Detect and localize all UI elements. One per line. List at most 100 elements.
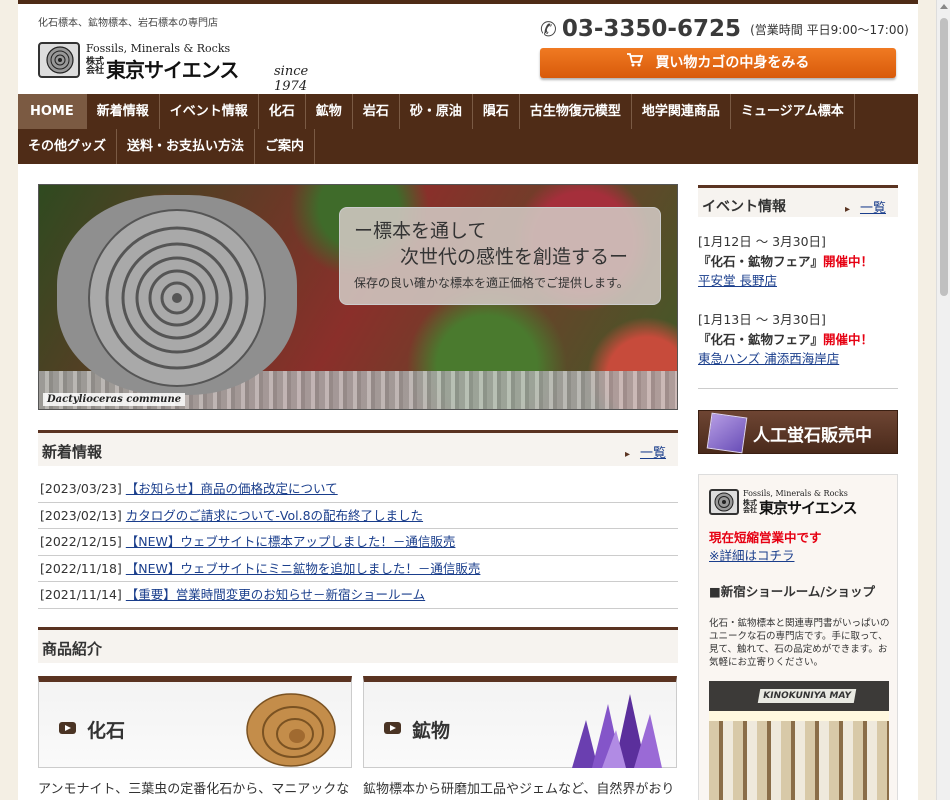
cart-icon [626,48,643,78]
nav-item-meteorites[interactable]: 隕石 [473,94,520,129]
nav-item-guide[interactable]: ご案内 [255,129,316,164]
hero-copy-line2: 次世代の感性を創造するー [400,246,629,268]
vertical-scrollbar[interactable] [936,0,950,800]
fluorite-banner[interactable]: 人工蛍石販売中 [698,410,898,454]
category-card-minerals[interactable]: 鉱物 [363,676,677,768]
hero-copy-line3: 保存の良い確かな標本を適正価格でご提供します。 [354,276,629,290]
event-date: [1月12日 〜 3月30日] [698,234,826,249]
ammonite-logo-icon [709,489,739,515]
news-date: [2023/02/13] [40,507,122,523]
nav-item-museum[interactable]: ミュージアム標本 [731,94,855,129]
showroom-description: 化石・鉱物標本と関連専門書がいっぱいのユニークな石の専門店です。手に取って、見て… [709,618,890,668]
news-link[interactable]: カタログのご請求について-Vol.8の配布終了しました [126,508,423,523]
products-section-header: 商品紹介 [38,627,678,663]
event-item: [1月13日 〜 3月30日] 『化石・鉱物フェア』開催中！ 東急ハンズ 浦添西… [698,310,898,369]
store-sign: KINOKUNIYA MAY [757,689,857,703]
view-cart-label: 買い物カゴの中身をみる [655,55,810,71]
category-name: 化石 [87,720,126,742]
news-more-link[interactable]: 一覧 [625,442,666,461]
showroom-box: Fossils, Minerals & Rocks 株式会社 東京サイエンス 現… [698,474,898,800]
business-hours: (営業時間 平日9:00〜17:00) [750,22,909,37]
products-title: 商品紹介 [42,640,103,658]
logo-company-name: 東京サイエンス [759,499,858,517]
hero-copy-line1: ー標本を通して [354,220,487,242]
category-desc: 鉱物標本から研磨加工品やジェムなど、自然界がおりなす様々な美しい鉱物の結晶群をお… [363,782,675,797]
nav-item-geo-goods[interactable]: 地学関連商品 [632,94,731,129]
nav-item-sand-oil[interactable]: 砂・原油 [400,94,473,129]
phone-contact: ✆ 03-3350-6725 (営業時間 平日9:00〜17:00) [540,16,909,46]
nav-row-1: HOME 新着情報 イベント情報 化石 鉱物 岩石 砂・原油 隕石 古生物復元模… [18,94,855,129]
phone-number: 03-3350-6725 [561,16,741,42]
news-title: 新着情報 [42,443,103,461]
news-item: [2023/02/13] カタログのご請求について-Vol.8の配布終了しました [38,503,678,529]
events-title: イベント情報 [702,199,786,215]
logo-kabushiki: 株式会社 [743,499,757,514]
main-navigation: HOME 新着情報 イベント情報 化石 鉱物 岩石 砂・原油 隕石 古生物復元模… [18,94,918,164]
nav-item-events[interactable]: イベント情報 [160,94,259,129]
hero-caption: ー標本を通して 次世代の感性を創造するー 保存の良い確かな標本を適正価格でご提供… [339,207,661,305]
arrow-right-icon [59,722,76,734]
nav-item-fossils[interactable]: 化石 [259,94,306,129]
store-light [709,711,889,721]
nav-item-shipping[interactable]: 送料・お支払い方法 [117,129,256,164]
category-card-fossils[interactable]: 化石 [38,676,352,768]
news-link[interactable]: 【NEW】ウェブサイトにミニ鉱物を追加しました！－通信販売 [126,561,481,576]
site-logo[interactable]: Fossils, Minerals & Rocks 株式会社 東京サイエンス s… [38,40,318,94]
category-name: 鉱物 [412,720,451,742]
event-status: 開催中！ [823,331,874,347]
nav-item-minerals[interactable]: 鉱物 [306,94,353,129]
ammonite-photo [57,195,297,395]
fluorite-banner-label: 人工蛍石販売中 [753,426,872,446]
page: 化石標本、鉱物標本、岩石標本の専門店 Fossils, Minerals & R… [18,0,918,800]
nav-row-2: その他グッズ 送料・お支払い方法 ご案内 [18,129,316,164]
scroll-up-icon[interactable] [940,4,948,9]
arrow-right-icon [384,722,401,734]
logo-company-name: 東京サイエンス [106,58,239,82]
events-more-link[interactable]: 一覧 [845,197,886,216]
news-link[interactable]: 【重要】営業時間変更のお知らせ－新宿ショールーム [126,587,425,602]
news-link[interactable]: 【NEW】ウェブサイトに標本アップしました！－通信販売 [126,534,456,549]
news-date: [2021/11/14] [40,587,122,602]
nav-item-other-goods[interactable]: その他グッズ [18,129,118,164]
nav-item-news[interactable]: 新着情報 [87,94,160,129]
category-desc: アンモナイト、三葉虫の定番化石から、マニアックなものまで数多く揃えております。 [38,782,350,797]
event-date: [1月13日 〜 3月30日] [698,312,826,327]
event-status: 開催中！ [823,253,874,269]
short-hours-notice: 現在短縮営業中です [709,530,822,545]
store-shelves [709,721,889,800]
view-cart-button[interactable]: 買い物カゴの中身をみる [540,48,896,78]
nav-item-home[interactable]: HOME [18,94,87,129]
event-title: 『化石・鉱物フェア』 [698,253,824,269]
event-location-link[interactable]: 平安堂 長野店 [698,271,898,291]
amethyst-image [562,690,662,768]
news-date: [2022/12/15] [40,534,122,549]
showroom-photo: KINOKUNIYA MAY [709,681,889,800]
event-title: 『化石・鉱物フェア』 [698,331,824,347]
phone-icon: ✆ [540,17,557,41]
event-item: [1月12日 〜 3月30日] 『化石・鉱物フェア』開催中！ 平安堂 長野店 [698,232,898,291]
news-date: [2022/11/18] [40,560,122,576]
fluorite-crystal-icon [706,412,748,454]
event-location-link[interactable]: 東急ハンズ 浦添西海岸店 [698,349,898,369]
news-item: [2021/11/14] 【重要】営業時間変更のお知らせ－新宿ショールーム [38,582,678,609]
news-list: [2023/03/23] 【お知らせ】商品の価格改定について [2023/02/… [38,476,678,609]
news-section-header: 新着情報 一覧 [38,430,678,466]
ammonite-logo-icon [38,42,80,78]
news-date: [2023/03/23] [40,481,122,496]
news-item: [2023/03/23] 【お知らせ】商品の価格改定について [38,476,678,503]
nav-item-models[interactable]: 古生物復元模型 [520,94,632,129]
showroom-title: ■新宿ショールーム/ショップ [709,584,876,599]
logo-kabushiki: 株式会社 [86,57,105,76]
ammonite-image [237,690,337,768]
nav-item-rocks[interactable]: 岩石 [353,94,400,129]
news-item: [2022/11/18] 【NEW】ウェブサイトにミニ鉱物を追加しました！－通信… [38,556,678,582]
logo-since: since 1974 [274,64,309,94]
hero-banner: ー標本を通して 次世代の感性を創造するー 保存の良い確かな標本を適正価格でご提供… [38,184,678,410]
details-link[interactable]: ※詳細はコチラ [709,545,794,564]
site-tagline: 化石標本、鉱物標本、岩石標本の専門店 [38,18,218,29]
news-link[interactable]: 【お知らせ】商品の価格改定について [126,481,338,496]
sidebar-divider [698,388,898,389]
species-label: Dactylioceras commune [43,393,186,406]
scrollbar-thumb[interactable] [940,18,948,296]
events-section-header: イベント情報 一覧 [698,185,898,217]
